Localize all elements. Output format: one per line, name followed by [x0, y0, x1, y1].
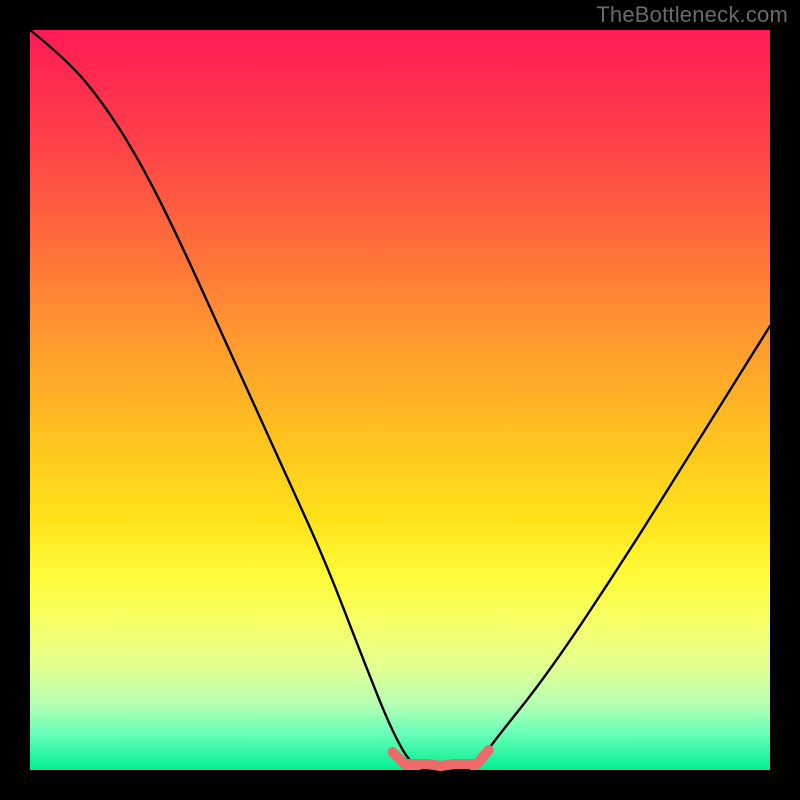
- bottleneck-curve-path: [30, 30, 770, 770]
- watermark-text: TheBottleneck.com: [596, 2, 788, 28]
- chart-stage: TheBottleneck.com: [0, 0, 800, 800]
- chart-overlay-svg: [30, 30, 770, 770]
